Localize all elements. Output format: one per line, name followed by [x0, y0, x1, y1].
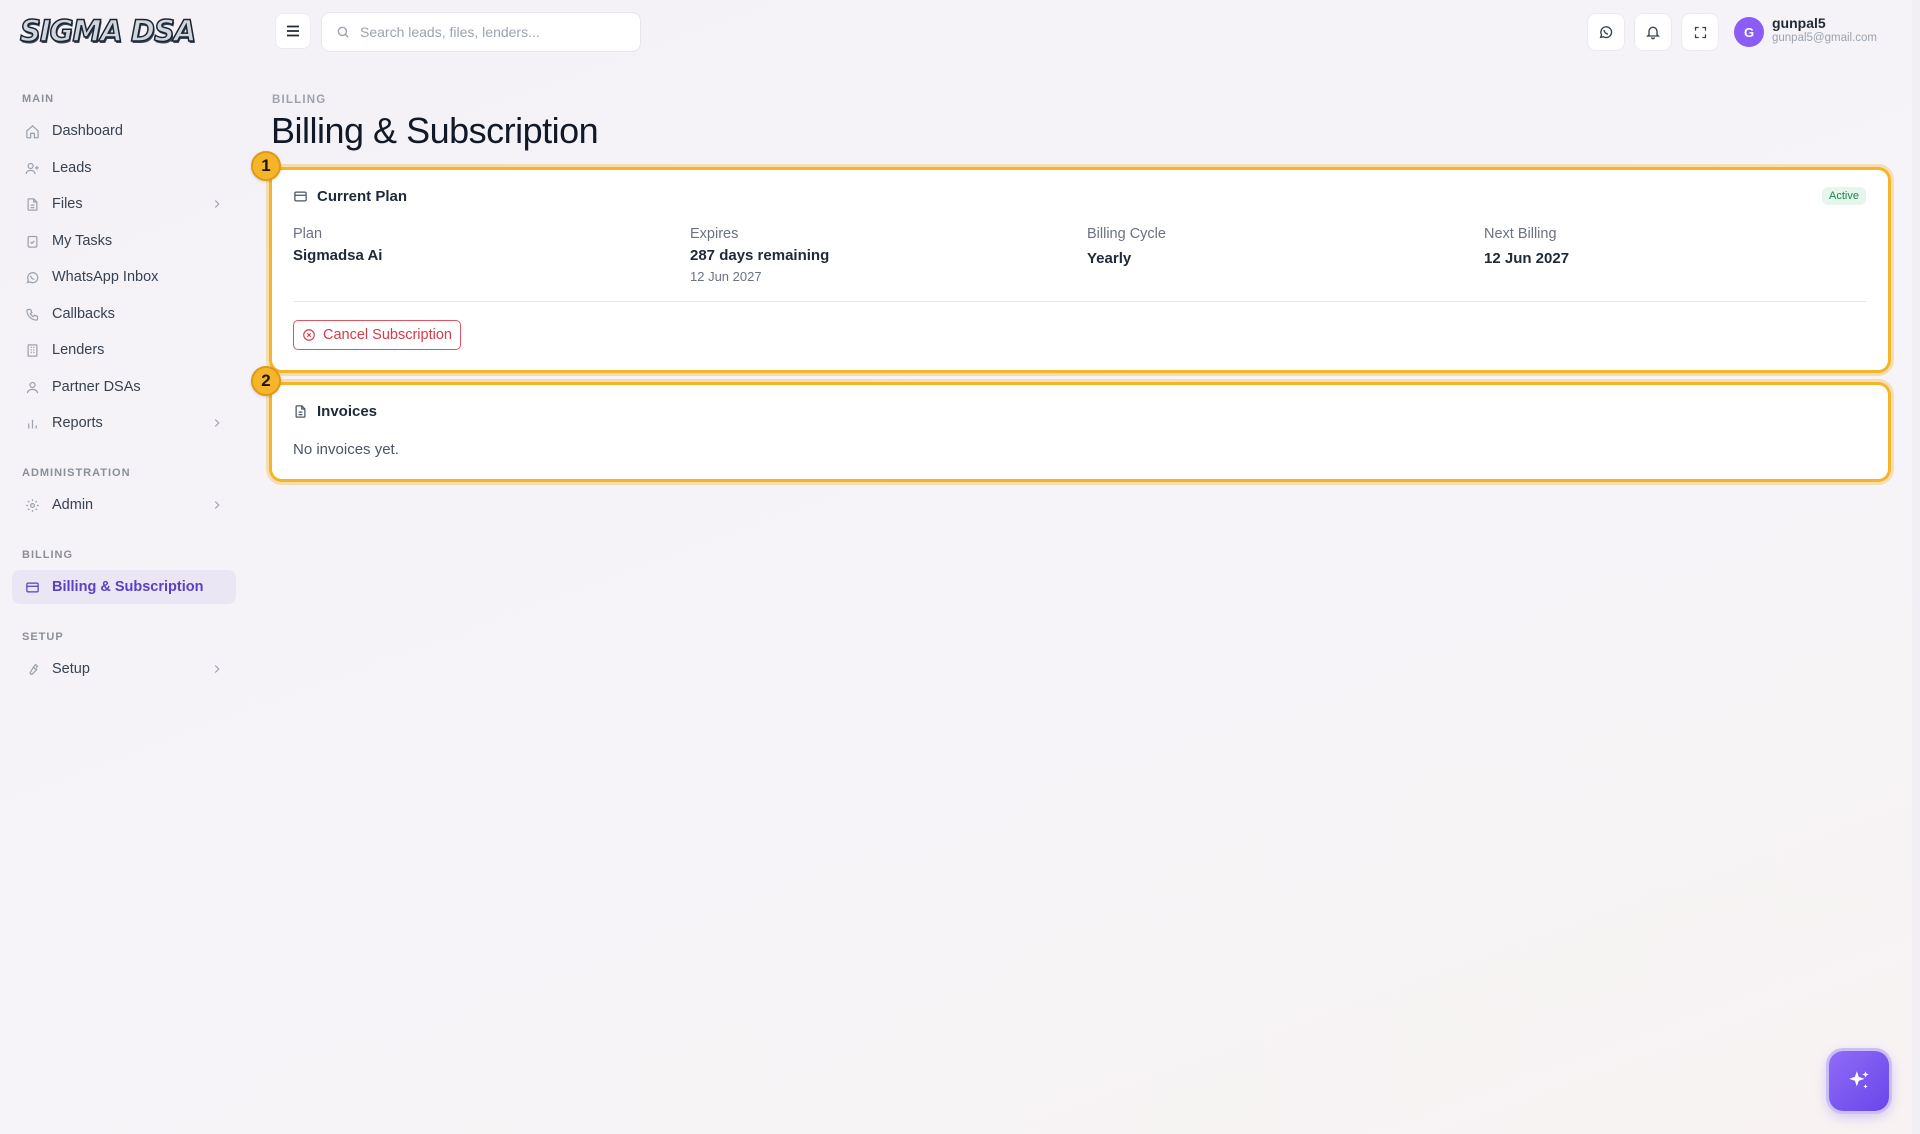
credit-card-icon [24, 579, 40, 595]
whatsapp-button[interactable] [1587, 13, 1625, 51]
sidebar-item-label: Leads [52, 160, 92, 176]
sparkles-icon [1849, 1071, 1869, 1089]
sidebar-item-billing[interactable]: Billing & Subscription [12, 570, 236, 604]
file-icon [24, 196, 40, 212]
page-scrollbar[interactable] [1912, 0, 1920, 1134]
plan-value: Sigmadsa Ai [293, 247, 383, 264]
file-text-icon [293, 404, 309, 420]
search-input[interactable] [360, 24, 620, 40]
building-icon [24, 342, 40, 358]
expand-icon [1694, 26, 1706, 38]
menu-toggle-button[interactable] [275, 13, 311, 49]
hamburger-icon [287, 25, 299, 37]
credit-card-icon [293, 189, 309, 205]
sidebar-item-callbacks[interactable]: Callbacks [12, 297, 236, 331]
current-plan-card: Current Plan Active Plan Sigmadsa Ai Exp… [272, 170, 1888, 370]
x-circle-icon [302, 328, 316, 342]
user-icon [24, 379, 40, 395]
chevron-right-icon [214, 200, 220, 208]
expires-value: 287 days remaining [690, 247, 830, 264]
sidebar-item-label: My Tasks [52, 233, 113, 249]
divider [293, 301, 1867, 302]
sidebar-item-dashboard[interactable]: Dashboard [12, 114, 236, 148]
billing-cycle-label: Billing Cycle [1087, 226, 1166, 242]
gear-icon [24, 497, 40, 513]
bell-icon [1646, 26, 1660, 40]
sidebar: SIGMA DSA MAIN Dashboard Leads Files My … [0, 0, 248, 1134]
expires-date: 12 Jun 2027 [690, 269, 762, 284]
nav-section-setup: SETUP [22, 631, 64, 643]
user-email: gunpal5@gmail.com [1772, 32, 1878, 44]
sidebar-item-whatsapp-inbox[interactable]: WhatsApp Inbox [12, 260, 236, 294]
sidebar-item-tasks[interactable]: My Tasks [12, 224, 236, 258]
chevron-right-icon [214, 501, 220, 509]
card-title: Current Plan [317, 188, 408, 205]
billing-cycle-value: Yearly [1087, 250, 1132, 267]
user-name[interactable]: gunpal5 [1772, 15, 1826, 31]
user-plus-icon [24, 160, 40, 176]
wrench-icon [24, 661, 40, 677]
sidebar-item-partner-dsas[interactable]: Partner DSAs [12, 370, 236, 404]
nav-section-main: MAIN [22, 93, 55, 105]
clipboard-check-icon [24, 233, 40, 249]
sidebar-item-label: Reports [52, 415, 103, 431]
page-title: Billing & Subscription [271, 110, 599, 151]
sidebar-item-admin[interactable]: Admin [12, 488, 236, 522]
sidebar-item-leads[interactable]: Leads [12, 151, 236, 185]
status-badge: Active [1822, 187, 1866, 205]
sidebar-item-label: Setup [52, 661, 90, 677]
chevron-right-icon [214, 419, 220, 427]
search-icon [337, 26, 349, 38]
card-title: Invoices [317, 403, 378, 420]
cancel-subscription-button[interactable]: Cancel Subscription [293, 320, 461, 350]
cancel-subscription-label: Cancel Subscription [323, 327, 452, 343]
breadcrumb: BILLING [272, 94, 327, 106]
search-bar[interactable] [321, 12, 641, 52]
app-logo[interactable]: SIGMA DSA [19, 13, 197, 50]
nav-section-administration: ADMINISTRATION [22, 467, 131, 479]
card-header: Current Plan [293, 188, 407, 205]
chevron-right-icon [214, 665, 220, 673]
notifications-button[interactable] [1634, 13, 1672, 51]
annotation-marker-1: 1 [251, 151, 281, 181]
sidebar-item-label: Dashboard [52, 123, 123, 139]
ai-assistant-button[interactable] [1829, 1051, 1889, 1111]
sidebar-item-label: Admin [52, 497, 94, 513]
sidebar-item-label: Billing & Subscription [52, 579, 204, 595]
sidebar-item-setup[interactable]: Setup [12, 652, 236, 686]
sidebar-item-reports[interactable]: Reports [12, 406, 236, 440]
sidebar-item-label: WhatsApp Inbox [52, 269, 159, 285]
nav-section-billing: BILLING [22, 549, 73, 561]
invoices-card: Invoices No invoices yet. [272, 385, 1888, 479]
whatsapp-icon [1599, 26, 1613, 39]
expires-label: Expires [690, 226, 739, 242]
plan-label: Plan [293, 226, 323, 242]
fullscreen-button[interactable] [1681, 13, 1719, 51]
sidebar-item-label: Partner DSAs [52, 379, 141, 395]
sidebar-item-label: Callbacks [52, 306, 115, 322]
sidebar-item-label: Files [52, 196, 83, 212]
sidebar-item-files[interactable]: Files [12, 187, 236, 221]
home-icon [24, 123, 40, 139]
card-header: Invoices [293, 403, 377, 420]
next-billing-label: Next Billing [1484, 226, 1557, 242]
phone-icon [24, 306, 40, 322]
sidebar-item-lenders[interactable]: Lenders [12, 333, 236, 367]
annotation-marker-2: 2 [251, 366, 281, 396]
empty-state-text: No invoices yet. [293, 441, 399, 458]
whatsapp-icon [24, 269, 40, 285]
sidebar-item-label: Lenders [52, 342, 105, 358]
next-billing-value: 12 Jun 2027 [1484, 250, 1570, 267]
bar-chart-icon [24, 415, 40, 431]
avatar[interactable]: G [1734, 17, 1764, 47]
